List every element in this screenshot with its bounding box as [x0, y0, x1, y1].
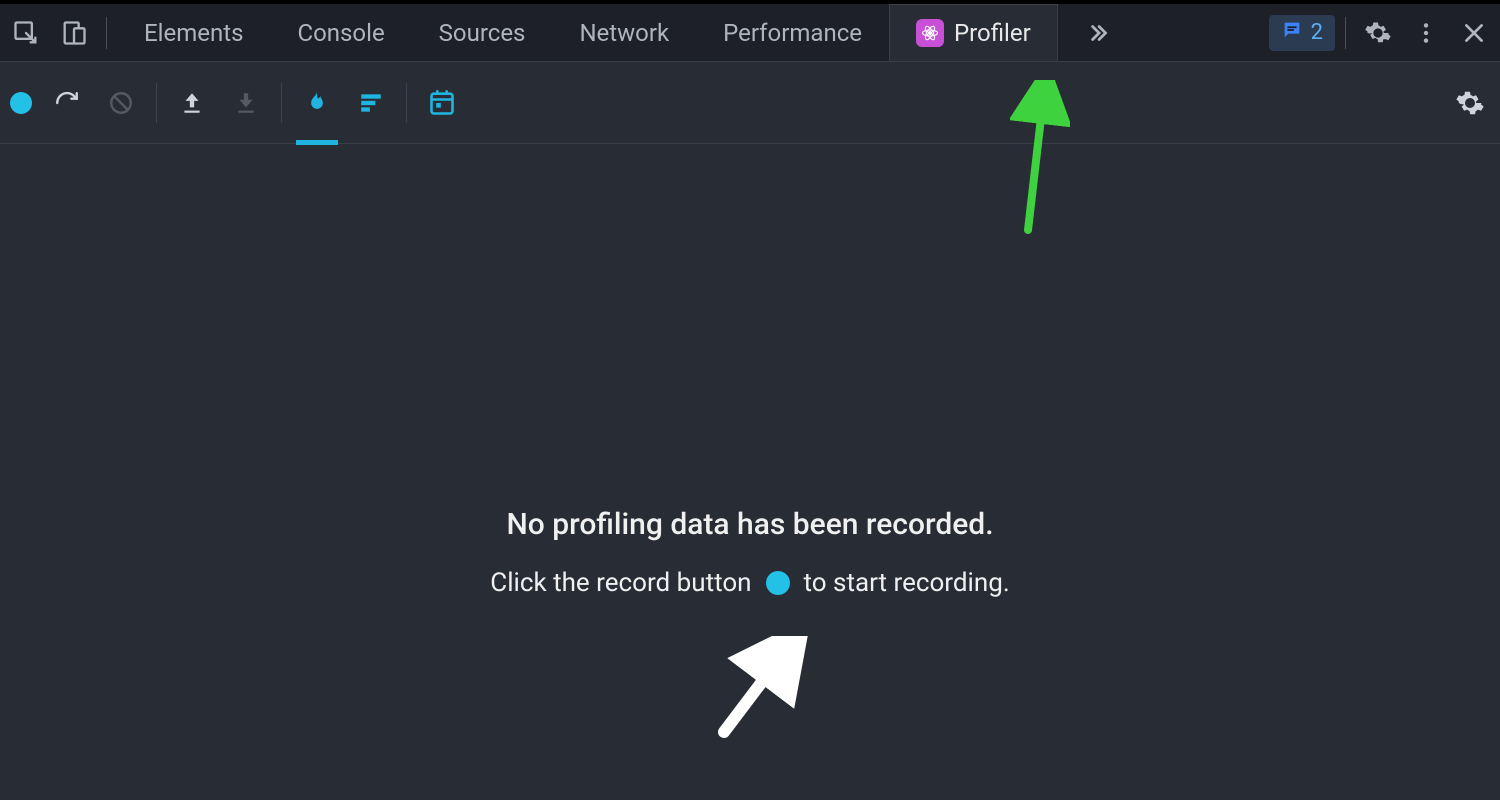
tab-network[interactable]: Network — [552, 4, 696, 61]
profiler-toolbar — [0, 62, 1500, 144]
tab-label: Performance — [723, 19, 862, 47]
more-vert-icon[interactable] — [1404, 11, 1448, 55]
device-toolbar-icon[interactable] — [52, 11, 96, 55]
divider — [1345, 17, 1346, 49]
empty-state-sub-after: to start recording. — [804, 568, 1010, 598]
console-issues-badge[interactable]: 2 — [1269, 15, 1335, 51]
empty-state-subtext: Click the record button to start recordi… — [490, 568, 1009, 598]
tab-label: Sources — [439, 19, 526, 47]
message-icon — [1281, 19, 1303, 47]
timeline-button[interactable] — [415, 62, 469, 144]
tab-label: Elements — [144, 19, 243, 47]
tab-sources[interactable]: Sources — [412, 4, 553, 61]
gear-icon[interactable] — [1356, 11, 1400, 55]
record-button[interactable] — [0, 62, 40, 144]
load-profile-button[interactable] — [165, 62, 219, 144]
clear-button[interactable] — [94, 62, 148, 144]
empty-state-sub-before: Click the record button — [490, 568, 751, 598]
tab-label: Console — [297, 19, 384, 47]
devtools-tablist: Elements Console Sources Network Perform… — [117, 4, 1058, 61]
ranked-button[interactable] — [344, 62, 398, 144]
profiler-empty-state: No profiling data has been recorded. Cli… — [0, 144, 1500, 800]
flamegraph-button[interactable] — [290, 62, 344, 144]
close-icon[interactable] — [1452, 11, 1496, 55]
divider — [156, 83, 157, 123]
tab-elements[interactable]: Elements — [117, 4, 270, 61]
devtools-tabbar: Elements Console Sources Network Perform… — [0, 0, 1500, 62]
tab-label: Profiler — [954, 19, 1031, 47]
reload-button[interactable] — [40, 62, 94, 144]
tab-performance[interactable]: Performance — [696, 4, 889, 61]
save-profile-button[interactable] — [219, 62, 273, 144]
react-logo-icon — [916, 19, 944, 47]
tab-profiler[interactable]: Profiler — [889, 4, 1058, 61]
tab-console[interactable]: Console — [270, 4, 411, 61]
divider — [106, 17, 107, 49]
inspect-element-icon[interactable] — [4, 11, 48, 55]
issues-count: 2 — [1311, 20, 1323, 45]
record-icon — [10, 92, 32, 114]
tab-label: Network — [579, 19, 669, 47]
empty-state-heading: No profiling data has been recorded. — [506, 507, 993, 542]
divider — [281, 83, 282, 123]
chevron-double-right-icon[interactable] — [1076, 11, 1120, 55]
record-icon — [766, 571, 790, 595]
profiler-settings-button[interactable] — [1440, 62, 1500, 144]
divider — [406, 83, 407, 123]
